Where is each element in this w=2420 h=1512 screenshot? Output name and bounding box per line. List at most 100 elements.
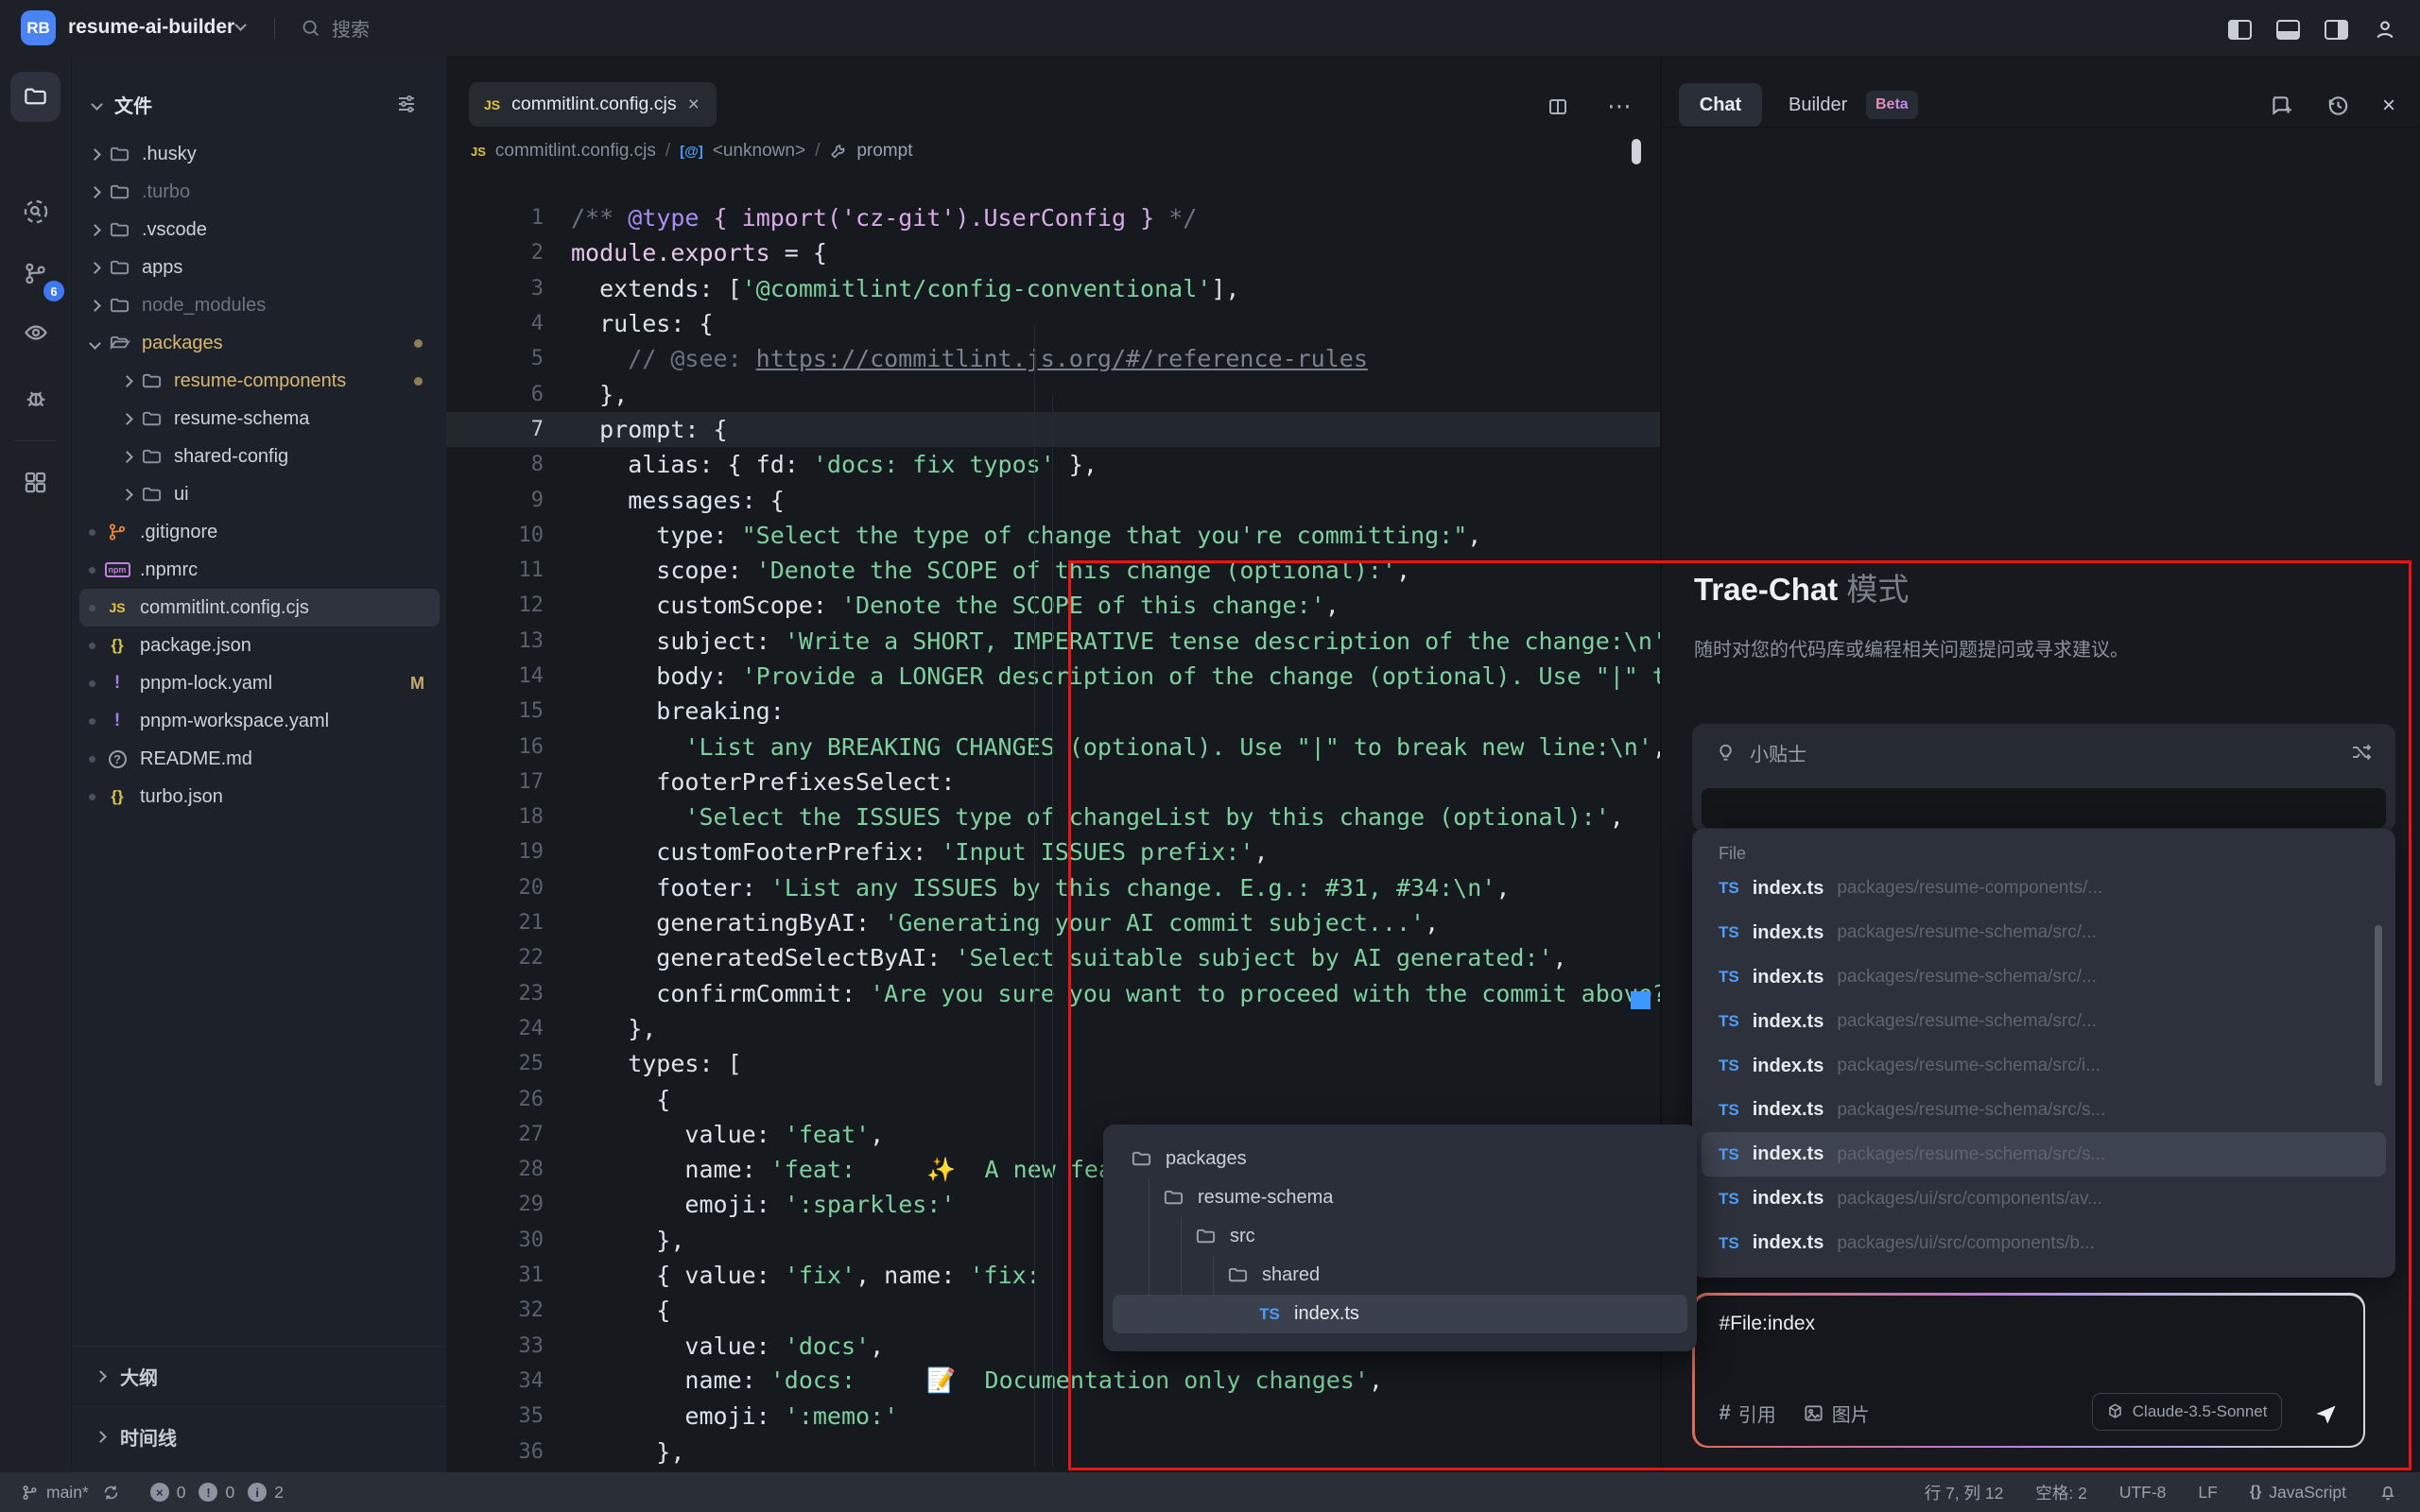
code-line[interactable]: 23 confirmCommit: 'Are you sure you want…: [446, 976, 1660, 1011]
code-line[interactable]: 16 'List any BREAKING CHANGES (optional)…: [446, 729, 1660, 764]
global-search[interactable]: 搜索: [301, 14, 370, 42]
eol[interactable]: LF: [2198, 1483, 2217, 1503]
sync-icon[interactable]: [102, 1484, 120, 1502]
file-suggestion[interactable]: TSindex.tspackages/resume-schema/src/s..…: [1702, 1088, 2386, 1132]
code-line[interactable]: 25 types: [: [446, 1046, 1660, 1081]
tree-item-resume-components[interactable]: resume-components: [79, 362, 440, 400]
popup-tree-item-src[interactable]: src: [1113, 1217, 1687, 1256]
toggle-left-sidebar-icon[interactable]: [2228, 20, 2252, 40]
code-line[interactable]: 18 'Select the ISSUES type of changeList…: [446, 799, 1660, 834]
tree-item-README.md[interactable]: ?README.md: [79, 740, 440, 778]
cursor-position[interactable]: 行 7, 列 12: [1925, 1481, 2004, 1504]
search-scan-icon[interactable]: [10, 186, 60, 236]
model-selector[interactable]: Claude-3.5-Sonnet: [2092, 1393, 2282, 1431]
explorer-icon[interactable]: [10, 72, 60, 122]
code-line[interactable]: 7 prompt: {: [446, 412, 1660, 447]
section-chevron-icon[interactable]: [91, 98, 103, 111]
history-icon[interactable]: [2325, 94, 2350, 118]
code-line[interactable]: 5 // @see: https://commitlint.js.org/#/r…: [446, 341, 1660, 376]
file-suggestion[interactable]: TSindex.tspackages/resume-schema/src/s..…: [1702, 1132, 2386, 1177]
tree-item-turbo.json[interactable]: {}turbo.json: [79, 778, 440, 816]
code-line[interactable]: 35 emoji: ':memo:': [446, 1399, 1660, 1434]
code-line[interactable]: 34 name: 'docs: 📝 Documentation only cha…: [446, 1364, 1660, 1399]
breadcrumb-member[interactable]: prompt: [856, 141, 912, 162]
popup-tree-item-packages[interactable]: packages: [1113, 1140, 1687, 1178]
image-button[interactable]: 图片: [1803, 1400, 1870, 1427]
file-suggestion[interactable]: TSindex.tspackages/resume-schema/src/...: [1702, 1000, 2386, 1044]
code-line[interactable]: 3 extends: ['@commitlint/config-conventi…: [446, 271, 1660, 306]
tree-item-apps[interactable]: apps: [79, 249, 440, 286]
code-line[interactable]: 13 subject: 'Write a SHORT, IMPERATIVE t…: [446, 624, 1660, 659]
more-actions-icon[interactable]: ⋯: [1607, 92, 1634, 121]
tree-item-commitlint.config.cjs[interactable]: JScommitlint.config.cjs: [79, 589, 440, 627]
tree-item-.husky[interactable]: .husky: [79, 135, 440, 173]
project-chevron-icon[interactable]: [234, 19, 247, 31]
bell-icon[interactable]: [2378, 1483, 2397, 1502]
code-line[interactable]: 12 customScope: 'Denote the SCOPE of thi…: [446, 588, 1660, 623]
code-line[interactable]: 2module.exports = {: [446, 235, 1660, 270]
code-line[interactable]: 11 scope: 'Denote the SCOPE of this chan…: [446, 553, 1660, 588]
code-line[interactable]: 10 type: "Select the type of change that…: [446, 518, 1660, 553]
tree-item-.gitignore[interactable]: .gitignore: [79, 513, 440, 551]
editor-tab[interactable]: JS commitlint.config.cjs ×: [469, 82, 717, 127]
tree-item-ui[interactable]: ui: [79, 475, 440, 513]
file-suggestion[interactable]: TSindex.tspackages/ui/src/components/b..…: [1702, 1221, 2386, 1265]
timeline-section[interactable]: 时间线: [72, 1406, 446, 1467]
tree-item-pnpm-workspace.yaml[interactable]: !pnpm-workspace.yaml: [79, 702, 440, 740]
indentation[interactable]: 空格: 2: [2035, 1481, 2086, 1504]
code-line[interactable]: 17 footerPrefixesSelect:: [446, 765, 1660, 799]
problems-infos[interactable]: i 2: [248, 1483, 284, 1503]
project-name[interactable]: resume-ai-builder: [68, 16, 234, 39]
toggle-bottom-panel-icon[interactable]: [2276, 20, 2300, 40]
breadcrumb-symbol[interactable]: <unknown>: [713, 141, 805, 162]
problems-warnings[interactable]: ! 0: [199, 1483, 234, 1503]
debug-icon[interactable]: [10, 372, 60, 422]
popup-tree-item-shared[interactable]: shared: [1113, 1256, 1687, 1295]
account-icon[interactable]: [2373, 17, 2397, 42]
send-icon[interactable]: [2313, 1401, 2339, 1427]
code-line[interactable]: 8 alias: { fd: 'docs: fix typos' },: [446, 447, 1660, 482]
problems-errors[interactable]: × 0: [150, 1483, 186, 1503]
file-suggestion[interactable]: TSindex.tspackages/ui/src/components/av.…: [1702, 1177, 2386, 1221]
tree-item-packages[interactable]: packages: [79, 324, 440, 362]
code-line[interactable]: 6 },: [446, 376, 1660, 411]
split-editor-icon[interactable]: [1547, 95, 1569, 118]
code-line[interactable]: 4 rules: {: [446, 306, 1660, 341]
file-suggestion[interactable]: TSindex.tspackages/resume-schema/src/...: [1702, 955, 2386, 1000]
reference-button[interactable]: # 引用: [1720, 1400, 1776, 1427]
shuffle-icon[interactable]: [2350, 741, 2373, 764]
code-line[interactable]: 36 },: [446, 1434, 1660, 1469]
tree-item-package.json[interactable]: {}package.json: [79, 627, 440, 664]
dropdown-scrollbar-thumb[interactable]: [2375, 925, 2382, 1086]
file-suggestion[interactable]: TSindex.tspackages/resume-schema/src/...: [1702, 911, 2386, 955]
code-line[interactable]: 22 generatedSelectByAI: 'Select suitable…: [446, 940, 1660, 975]
popup-tree-item-resume-schema[interactable]: resume-schema: [1113, 1178, 1687, 1217]
tree-item-shared-config[interactable]: shared-config: [79, 438, 440, 475]
editor-scrollbar-thumb[interactable]: [1632, 139, 1641, 164]
code-line[interactable]: 19 customFooterPrefix: 'Input ISSUES pre…: [446, 834, 1660, 869]
code-line[interactable]: 9 messages: {: [446, 482, 1660, 517]
tab-builder[interactable]: Builder: [1789, 94, 1847, 116]
tree-item-.turbo[interactable]: .turbo: [79, 173, 440, 211]
toggle-right-sidebar-icon[interactable]: [2325, 20, 2348, 40]
encoding[interactable]: UTF-8: [2119, 1483, 2167, 1503]
tips-input-strip[interactable]: [1702, 788, 2386, 828]
new-chat-icon[interactable]: [2269, 94, 2293, 118]
language-mode[interactable]: {} JavaScript: [2250, 1483, 2346, 1503]
source-control-icon[interactable]: 6: [10, 249, 60, 299]
branch-indicator[interactable]: main*: [21, 1483, 89, 1503]
close-panel-icon[interactable]: ×: [2382, 94, 2395, 117]
popup-tree-item-index.ts[interactable]: TSindex.ts: [1113, 1295, 1687, 1333]
close-tab-icon[interactable]: ×: [688, 94, 700, 114]
code-line[interactable]: 15 breaking:: [446, 694, 1660, 729]
code-line[interactable]: 1/** @type { import('cz-git').UserConfig…: [446, 200, 1660, 235]
extensions-icon[interactable]: [10, 457, 60, 507]
tree-item-pnpm-lock.yaml[interactable]: !pnpm-lock.yamlM: [79, 664, 440, 702]
code-line[interactable]: 24 },: [446, 1011, 1660, 1046]
code-line[interactable]: 26 {: [446, 1081, 1660, 1116]
tree-item-.npmrc[interactable]: npm.npmrc: [79, 551, 440, 589]
tab-chat[interactable]: Chat: [1679, 83, 1762, 127]
tree-item-.vscode[interactable]: .vscode: [79, 211, 440, 249]
code-line[interactable]: 14 body: 'Provide a LONGER description o…: [446, 659, 1660, 694]
file-suggestion[interactable]: TSindex.tspackages/resume-components/...: [1702, 867, 2386, 911]
